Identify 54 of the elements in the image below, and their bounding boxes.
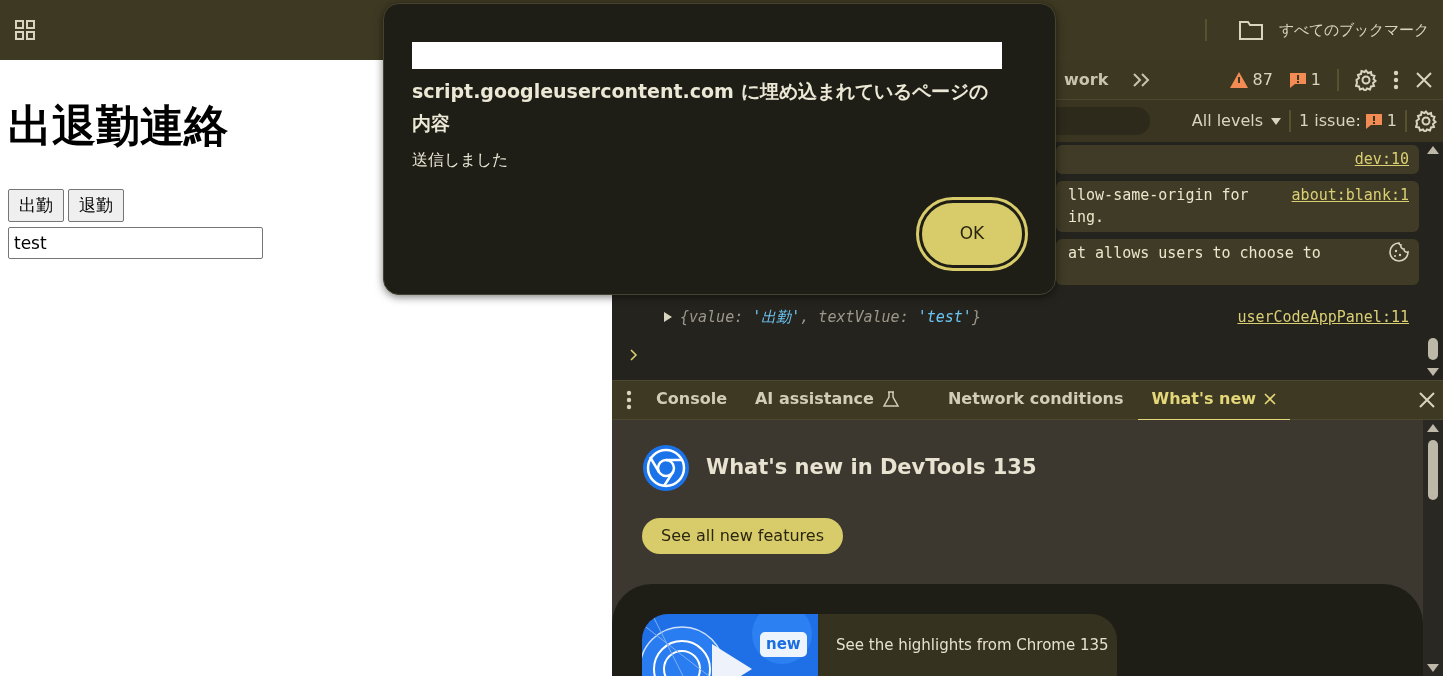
page-heading: 出退勤連絡 — [8, 100, 228, 153]
message-text: ing. — [1068, 207, 1106, 228]
source-link[interactable]: dev:10 — [1354, 148, 1409, 171]
warning-count[interactable]: 87 — [1252, 67, 1273, 92]
bookmarks-label[interactable]: すべてのブックマーク — [1279, 18, 1429, 42]
settings-icon[interactable] — [1415, 110, 1437, 132]
message-error-icon[interactable] — [1364, 113, 1383, 129]
source-link[interactable]: about:blank:1 — [1291, 183, 1409, 229]
whats-new-title: What's new in DevTools 135 — [706, 454, 1037, 482]
issues-label[interactable]: 1 issue: — [1299, 109, 1361, 133]
prompt-icon — [630, 348, 638, 361]
see-all-features-button[interactable]: See all new features — [642, 518, 843, 554]
dialog-title: script.googleusercontent.com に埋め込まれているページの内容 — [412, 79, 989, 137]
close-icon[interactable] — [1415, 70, 1433, 89]
scrollbar-thumb[interactable] — [1428, 440, 1438, 500]
scroll-down-icon[interactable] — [1427, 664, 1439, 672]
expand-icon[interactable] — [664, 311, 672, 322]
more-options-icon[interactable] — [1393, 69, 1399, 90]
dropdown-caret-icon[interactable] — [1271, 117, 1282, 125]
highlight-text: See the highlights from Chrome 135 — [835, 635, 1109, 656]
close-icon[interactable] — [1419, 392, 1435, 408]
log-output[interactable]: {value: '出勤', textValue: 'test'} — [680, 305, 1238, 328]
message-text: llow-same-origin for — [1068, 184, 1250, 206]
text-input[interactable]: test — [8, 227, 263, 260]
log-levels-dropdown[interactable]: All levels — [1191, 109, 1282, 133]
scroll-up-icon[interactable] — [1427, 146, 1439, 154]
drawer-tab[interactable]: AI assistance — [755, 378, 900, 422]
drawer-tab[interactable]: Console — [656, 378, 727, 422]
error-count[interactable]: 1 — [1310, 67, 1321, 92]
page-button[interactable]: 出勤 — [8, 188, 64, 223]
panel-tab[interactable]: work — [1064, 67, 1109, 92]
chrome-logo-icon — [642, 444, 690, 492]
close-icon[interactable] — [1264, 392, 1277, 405]
drawer-tab[interactable]: Network conditions — [947, 378, 1124, 422]
ok-button[interactable]: OK — [919, 199, 1025, 268]
cookie-icon[interactable] — [1389, 241, 1409, 262]
scroll-up-icon[interactable] — [1427, 424, 1439, 432]
message-text: at allows users to choose to — [1068, 242, 1322, 264]
new-badge: new — [760, 632, 807, 657]
message-error-icon[interactable] — [1288, 71, 1307, 88]
drawer-menu-icon[interactable] — [626, 390, 632, 410]
warning-icon[interactable] — [1230, 71, 1249, 88]
flask-icon — [881, 390, 900, 407]
apps-grid-icon[interactable] — [14, 19, 36, 41]
more-tabs-icon[interactable] — [1132, 72, 1151, 87]
settings-icon[interactable] — [1355, 68, 1377, 91]
scrollbar-thumb[interactable] — [1428, 338, 1438, 360]
source-link[interactable]: userCodeAppPanel:11 — [1237, 305, 1409, 328]
issues-count[interactable]: 1 — [1386, 109, 1397, 133]
page-button[interactable]: 退勤 — [68, 188, 124, 223]
highlight-card[interactable]: new See the highlights from Chrome 135 — [642, 614, 1117, 676]
scroll-down-icon[interactable] — [1427, 368, 1439, 376]
folder-icon[interactable] — [1239, 20, 1263, 40]
dialog-message: 送信しました — [412, 148, 509, 171]
